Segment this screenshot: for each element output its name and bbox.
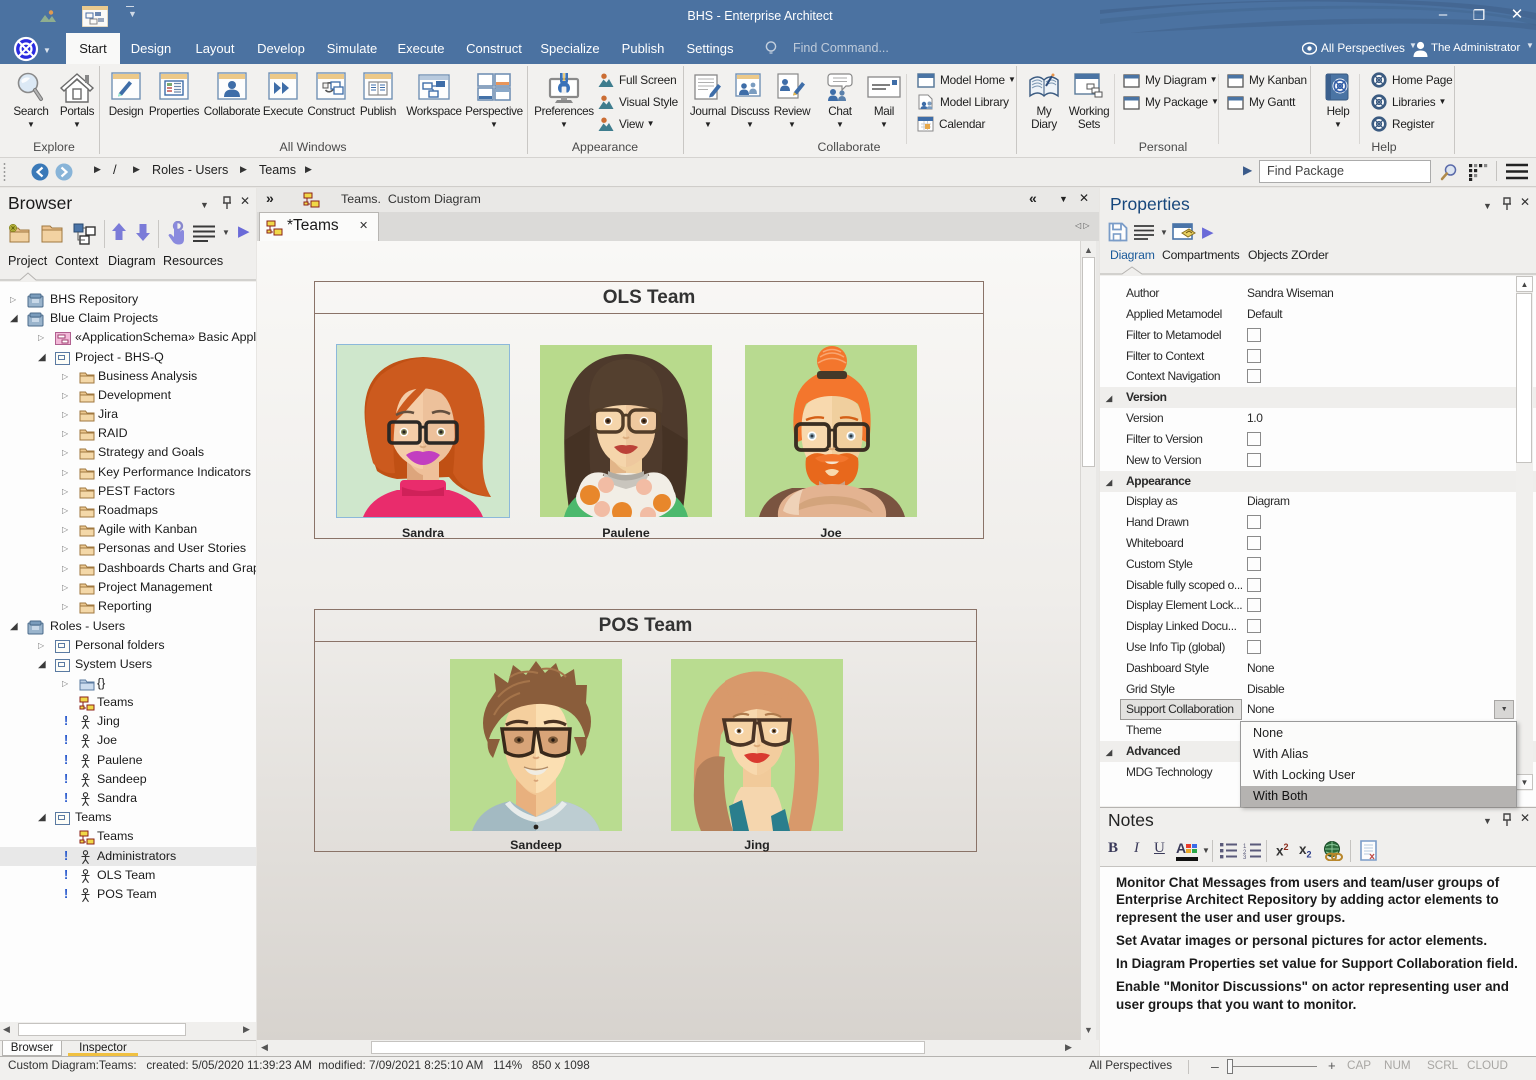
svg-text:3: 3: [1243, 855, 1247, 859]
